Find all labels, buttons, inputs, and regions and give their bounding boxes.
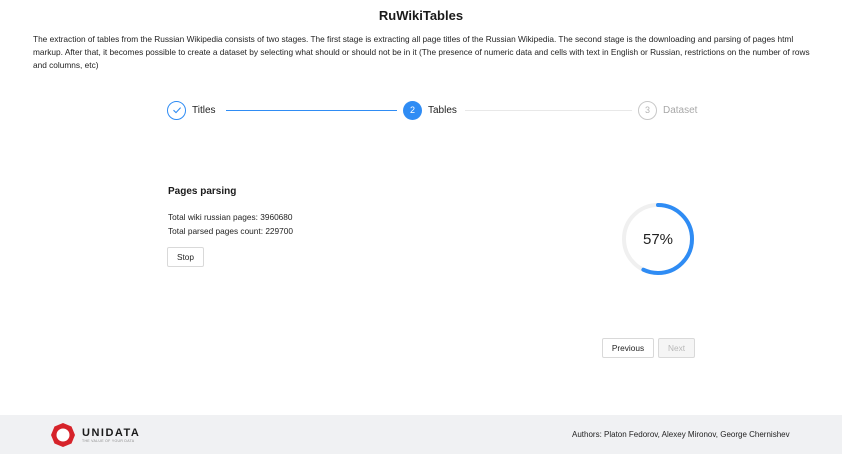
step-tables[interactable]: 2 Tables xyxy=(403,100,457,120)
step-label-dataset: Dataset xyxy=(663,104,698,116)
previous-button[interactable]: Previous xyxy=(602,338,654,358)
logo-wordmark: UNIDATA xyxy=(82,426,141,439)
intro-paragraph: The extraction of tables from the Russia… xyxy=(33,34,810,70)
check-icon xyxy=(167,100,186,120)
step-connector-1 xyxy=(226,110,397,111)
step-connector-2 xyxy=(465,110,632,111)
page-title: RuWikiTables xyxy=(378,8,464,23)
progress-circle: 57% xyxy=(620,201,696,277)
step-titles[interactable]: Titles xyxy=(167,100,216,120)
unidata-logo-icon xyxy=(51,423,75,447)
step-label-tables: Tables xyxy=(428,104,457,116)
steps-bar: Titles 2 Tables 3 Dataset xyxy=(167,100,697,120)
step-dataset[interactable]: 3 Dataset xyxy=(638,100,697,120)
next-button[interactable]: Next xyxy=(658,338,695,358)
logo-tagline: THE VALUE OF YOUR DATA xyxy=(82,438,135,443)
total-pages-stat: Total wiki russian pages: 3960680 xyxy=(168,212,293,222)
step-number-dataset: 3 xyxy=(638,100,657,120)
authors-credit: Authors: Platon Fedorov, Alexey Mironov,… xyxy=(572,430,790,439)
progress-percent: 57% xyxy=(642,230,674,248)
parsing-title: Pages parsing xyxy=(168,186,237,197)
step-label-titles: Titles xyxy=(192,104,216,116)
unidata-logo[interactable]: UNIDATA THE VALUE OF YOUR DATA xyxy=(50,422,140,448)
parsed-pages-stat: Total parsed pages count: 229700 xyxy=(168,226,294,236)
stop-button[interactable]: Stop xyxy=(167,247,204,267)
step-number-tables: 2 xyxy=(403,100,422,120)
